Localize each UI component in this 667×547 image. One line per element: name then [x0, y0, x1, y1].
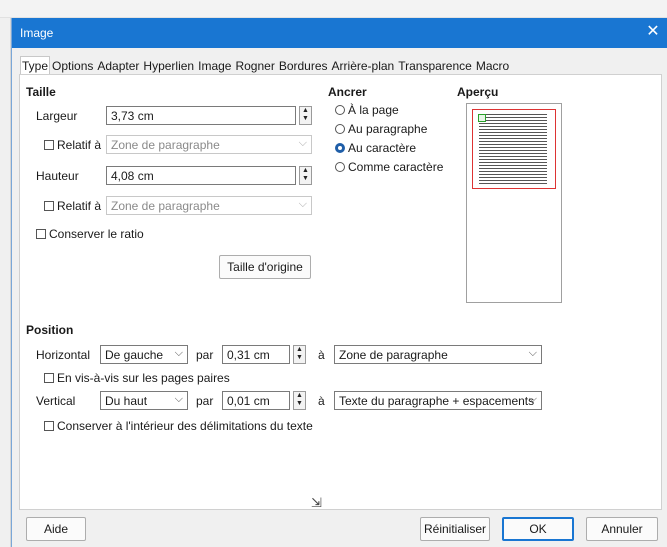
horizontal-to-label: à: [318, 348, 325, 362]
anchor-to-character-label: Au caractère: [348, 141, 417, 155]
vertical-combo[interactable]: Du haut ⌵: [100, 391, 188, 410]
height-label: Hauteur: [36, 169, 79, 183]
help-button[interactable]: Aide: [26, 517, 86, 541]
keep-inside-checkbox[interactable]: Conserver à l'intérieur des délimitation…: [44, 419, 313, 433]
height-relative-label: Relatif à: [57, 199, 102, 213]
checkbox-icon: [44, 140, 54, 150]
checkbox-icon: [44, 201, 54, 211]
keep-ratio-checkbox[interactable]: Conserver le ratio: [36, 227, 144, 241]
preview-paragraph-lines: [479, 114, 547, 186]
tab-image[interactable]: Image: [196, 56, 234, 75]
horizontal-value: De gauche: [105, 348, 164, 362]
chevron-down-icon: ⌵: [174, 393, 183, 405]
radio-selected-icon: [335, 143, 345, 153]
radio-icon: [335, 162, 345, 172]
height-relative-combo[interactable]: Zone de paragraphe ⌵: [106, 196, 312, 215]
anchor-to-paragraph-radio[interactable]: Au paragraphe: [335, 122, 427, 136]
title-bar: Image ✕: [12, 18, 667, 48]
tab-macro[interactable]: Macro: [473, 56, 512, 75]
width-relative-checkbox[interactable]: Relatif à: [44, 138, 101, 152]
preview-box: [466, 103, 562, 303]
keep-ratio-label: Conserver le ratio: [49, 227, 144, 241]
vertical-label: Vertical: [36, 394, 76, 408]
tab-bar: Type Options Adapter Hyperlien Image Rogner Bo…: [20, 56, 512, 75]
anchor-to-character-radio[interactable]: Au caractère: [335, 141, 416, 155]
horizontal-to-combo[interactable]: Zone de paragraphe ⌵: [334, 345, 542, 364]
tab-bordures[interactable]: Bordures: [276, 56, 330, 75]
reset-button[interactable]: Réinitialiser: [420, 517, 490, 541]
dialog-title: Image: [20, 26, 54, 40]
anchor-as-character-label: Comme caractère: [348, 160, 444, 174]
horizontal-by-label: par: [196, 348, 214, 362]
vertical-by-spinner[interactable]: ▲ ▼: [293, 391, 306, 410]
horizontal-by-field[interactable]: 0,31 cm: [222, 345, 290, 364]
height-relative-checkbox[interactable]: Relatif à: [44, 199, 101, 213]
chevron-down-icon: ⌵: [528, 393, 537, 405]
vertical-to-value: Texte du paragraphe + espacements: [339, 394, 535, 408]
height-field[interactable]: 4,08 cm: [106, 166, 296, 185]
tab-type[interactable]: Type: [20, 56, 51, 75]
anchor-to-page-radio[interactable]: À la page: [335, 103, 399, 117]
chevron-down-icon: ⌵: [528, 347, 537, 359]
mouse-cursor-icon: ⇲: [311, 495, 322, 510]
checkbox-icon: [44, 373, 54, 383]
vertical-to-combo[interactable]: Texte du paragraphe + espacements ⌵: [334, 391, 542, 410]
dialog-footer: Aide Réinitialiser OK Annuler: [12, 510, 667, 547]
anchor-heading: Ancrer: [328, 85, 367, 99]
width-relative-combo[interactable]: Zone de paragraphe ⌵: [106, 135, 312, 154]
background-document-strip: [0, 0, 667, 18]
tab-rogner[interactable]: Rogner: [233, 56, 277, 75]
close-icon[interactable]: ✕: [644, 23, 662, 41]
preview-heading: Aperçu: [457, 85, 499, 99]
cancel-button[interactable]: Annuler: [586, 517, 658, 541]
position-heading: Position: [26, 323, 74, 337]
chevron-down-icon: ⌵: [298, 198, 307, 210]
horizontal-combo[interactable]: De gauche ⌵: [100, 345, 188, 364]
background-document-edge: [0, 18, 11, 547]
height-relative-value: Zone de paragraphe: [111, 199, 220, 213]
tab-options[interactable]: Options: [50, 56, 96, 75]
tab-adapter[interactable]: Adapter: [95, 56, 142, 75]
horizontal-label: Horizontal: [36, 348, 91, 362]
vertical-to-label: à: [318, 394, 325, 408]
width-relative-label: Relatif à: [57, 138, 102, 152]
width-spinner[interactable]: ▲ ▼: [299, 106, 312, 125]
tab-arriere-plan[interactable]: Arrière-plan: [329, 56, 397, 75]
radio-icon: [335, 124, 345, 134]
width-field[interactable]: 3,73 cm: [106, 106, 296, 125]
anchor-to-paragraph-label: Au paragraphe: [348, 122, 428, 136]
mirror-label: En vis-à-vis sur les pages paires: [57, 371, 230, 385]
width-relative-value: Zone de paragraphe: [111, 138, 220, 152]
vertical-by-label: par: [196, 394, 214, 408]
horizontal-by-spinner[interactable]: ▲ ▼: [293, 345, 306, 364]
preview-page: [472, 109, 556, 189]
checkbox-icon: [36, 229, 46, 239]
width-label: Largeur: [36, 109, 78, 123]
chevron-down-icon: ⌵: [174, 347, 183, 359]
tab-content-type: Taille Largeur 3,73 cm ▲ ▼ Relatif à Zone…: [19, 74, 662, 510]
vertical-value: Du haut: [105, 394, 148, 408]
size-heading: Taille: [26, 85, 56, 99]
radio-icon: [335, 105, 345, 115]
mirror-checkbox[interactable]: En vis-à-vis sur les pages paires: [44, 371, 230, 385]
preview-image-frame: [478, 114, 486, 122]
keep-inside-label: Conserver à l'intérieur des délimitation…: [57, 419, 313, 433]
horizontal-to-value: Zone de paragraphe: [339, 348, 448, 362]
anchor-as-character-radio[interactable]: Comme caractère: [335, 160, 443, 174]
height-spinner[interactable]: ▲ ▼: [299, 166, 312, 185]
ok-button[interactable]: OK: [502, 517, 574, 541]
checkbox-icon: [44, 421, 54, 431]
original-size-button[interactable]: Taille d'origine: [219, 255, 311, 279]
image-dialog: Image ✕ Type Options Adapter Hyperlien Image…: [11, 18, 667, 547]
vertical-by-field[interactable]: 0,01 cm: [222, 391, 290, 410]
tab-hyperlien[interactable]: Hyperlien: [141, 56, 197, 75]
anchor-to-page-label: À la page: [348, 103, 399, 117]
chevron-down-icon: ⌵: [298, 137, 307, 149]
tab-transparence[interactable]: Transparence: [396, 56, 474, 75]
